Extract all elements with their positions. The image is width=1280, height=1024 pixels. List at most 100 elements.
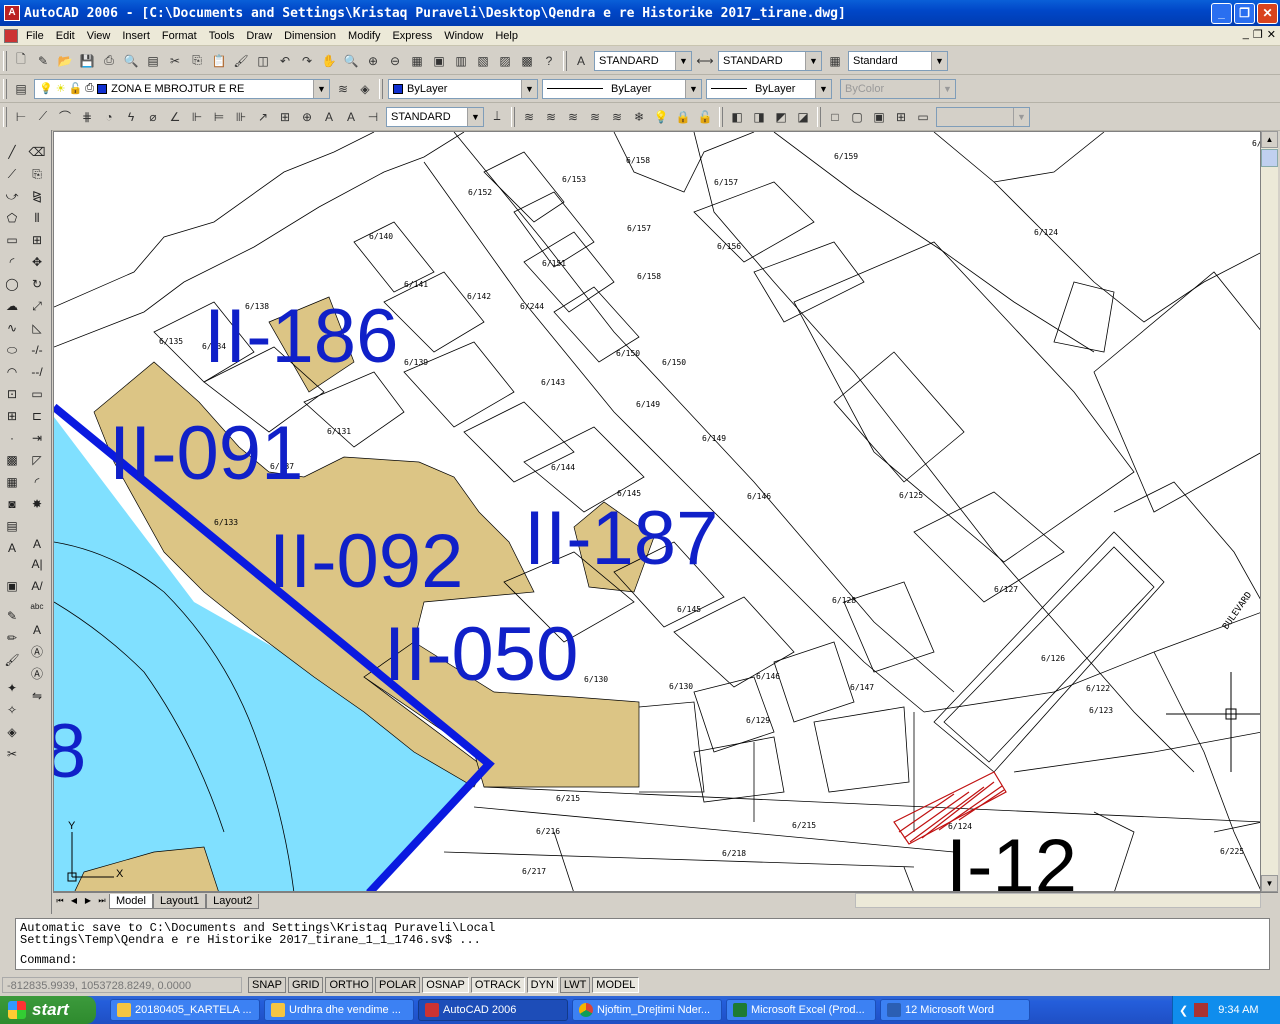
menu-help[interactable]: Help	[489, 27, 524, 45]
sheet-set-icon[interactable]: ▧	[474, 52, 492, 70]
taskbar-item[interactable]: Urdhra dhe vendime ...	[264, 999, 414, 1021]
menu-window[interactable]: Window	[438, 27, 489, 45]
prev-tab-icon[interactable]: ◀	[67, 894, 81, 908]
cut-icon[interactable]: ✂	[166, 52, 184, 70]
zoom-previous-icon[interactable]: ⊖	[386, 52, 404, 70]
ordinate-icon[interactable]: ⋕	[78, 108, 96, 126]
text-style-tool-icon[interactable]: A	[27, 620, 47, 640]
clock[interactable]: 9:34 AM	[1218, 1004, 1258, 1016]
save-icon[interactable]: 💾	[78, 52, 96, 70]
rotate-icon[interactable]: ↻	[27, 274, 47, 294]
minimize-button[interactable]: _	[1211, 3, 1232, 24]
toolbar-grip[interactable]	[817, 106, 821, 127]
erase-icon[interactable]: ⌫	[27, 142, 47, 162]
viewport-1-icon[interactable]: □	[826, 108, 844, 126]
ellipse-arc-icon[interactable]: ◠	[2, 362, 22, 382]
restore-button[interactable]: ❐	[1234, 3, 1255, 24]
scale-icon[interactable]: ⤢	[27, 296, 47, 316]
grid-toggle[interactable]: GRID	[287, 977, 324, 993]
plot-icon[interactable]: ⎙	[100, 52, 118, 70]
dim-text-edit-icon[interactable]: A	[342, 108, 360, 126]
markup-icon[interactable]: ▨	[496, 52, 514, 70]
layer-change-icon[interactable]: ≋	[542, 108, 560, 126]
break-at-point-icon[interactable]: ▭	[27, 384, 47, 404]
tool-b-icon[interactable]: ✧	[2, 700, 22, 720]
coordinate-display[interactable]: -812835.9939, 1053728.8249, 0.0000	[2, 977, 242, 993]
start-button[interactable]: start	[0, 996, 96, 1024]
scroll-down-icon[interactable]: ▼	[1261, 875, 1278, 892]
taskbar-item[interactable]: AutoCAD 2006	[418, 999, 568, 1021]
autocad-app-icon[interactable]: A	[4, 5, 20, 21]
tab-layout2[interactable]: Layout2	[206, 893, 260, 909]
toolbar-grip[interactable]	[379, 78, 383, 99]
lwt-toggle[interactable]: LWT	[559, 977, 591, 993]
arc-length-icon[interactable]: ⌒	[56, 108, 74, 126]
calculator-icon[interactable]: ▩	[518, 52, 536, 70]
menu-tools[interactable]: Tools	[203, 27, 241, 45]
layer-freeze-icon[interactable]: ≋	[586, 108, 604, 126]
text-icon[interactable]: A	[27, 534, 47, 554]
polyline-icon[interactable]: ⤻	[2, 186, 22, 206]
tab-model[interactable]: Model	[109, 893, 153, 909]
copy-object-icon[interactable]: ⎘	[27, 164, 47, 184]
hatch-icon[interactable]: ▩	[2, 450, 22, 470]
line-icon[interactable]: ╱	[2, 142, 22, 162]
layer-match-icon[interactable]: ≋	[520, 108, 538, 126]
undo-icon[interactable]: ↶	[276, 52, 294, 70]
draworder-front-icon[interactable]: ◧	[728, 108, 746, 126]
layer-previous-icon[interactable]: ◈	[356, 80, 374, 98]
menu-insert[interactable]: Insert	[116, 27, 156, 45]
jogged-icon[interactable]: ϟ	[122, 108, 140, 126]
otrack-toggle[interactable]: OTRACK	[470, 977, 525, 993]
linear-dim-icon[interactable]: ⊢	[12, 108, 30, 126]
continue-icon[interactable]: ⊪	[232, 108, 250, 126]
viewport-5-icon[interactable]: ▭	[914, 108, 932, 126]
dim-edit-icon[interactable]: A	[320, 108, 338, 126]
scroll-up-icon[interactable]: ▲	[1261, 131, 1278, 148]
toolbar-grip[interactable]	[719, 106, 723, 127]
open-icon[interactable]: 📂	[56, 52, 74, 70]
first-tab-icon[interactable]: ⏮	[53, 894, 67, 908]
layer-select[interactable]: 💡 ☀ 🔓 ⎙ ZONA E MBROJTUR E RE ▼	[34, 78, 330, 99]
quick-dim-icon[interactable]: ⊩	[188, 108, 206, 126]
join-icon[interactable]: ⇥	[27, 428, 47, 448]
insert-block-icon[interactable]: ⊡	[2, 384, 22, 404]
toolbar-grip[interactable]	[511, 106, 515, 127]
model-toggle[interactable]: MODEL	[592, 977, 640, 993]
publish-icon[interactable]: ▤	[144, 52, 162, 70]
array-icon[interactable]: ⊞	[27, 230, 47, 250]
text-find-icon[interactable]: A/	[27, 576, 47, 596]
explode-icon[interactable]: ✸	[27, 494, 47, 514]
menu-draw[interactable]: Draw	[240, 27, 278, 45]
radius-icon[interactable]: ◔	[100, 108, 118, 126]
draworder-under-icon[interactable]: ◪	[794, 108, 812, 126]
menu-file[interactable]: File	[20, 27, 50, 45]
angular-icon[interactable]: ∠	[166, 108, 184, 126]
designcenter-icon[interactable]: ▣	[430, 52, 448, 70]
snap-toggle[interactable]: SNAP	[248, 977, 286, 993]
dim-style-icon[interactable]: ⟷	[696, 52, 714, 70]
command-prompt[interactable]: Command:	[20, 954, 1265, 966]
rectangle-icon[interactable]: ▭	[2, 230, 22, 250]
table-style-icon[interactable]: ▦	[826, 52, 844, 70]
convert-space-icon[interactable]: ⇋	[27, 686, 47, 706]
circle-icon[interactable]: ◯	[2, 274, 22, 294]
paste-icon[interactable]: 📋	[210, 52, 228, 70]
edit-icon[interactable]: ✎	[2, 606, 22, 626]
chamfer-icon[interactable]: ◸	[27, 450, 47, 470]
pencil-icon[interactable]: ✏	[2, 628, 22, 648]
menu-edit[interactable]: Edit	[50, 27, 81, 45]
taskbar-item[interactable]: Microsoft Excel (Prod...	[726, 999, 876, 1021]
properties-icon[interactable]: ▦	[408, 52, 426, 70]
horizontal-scrollbar[interactable]	[855, 893, 1261, 908]
ortho-toggle[interactable]: ORTHO	[325, 977, 373, 993]
menu-express[interactable]: Express	[386, 27, 438, 45]
block-editor-icon[interactable]: ◫	[254, 52, 272, 70]
tray-arrow-icon[interactable]: ❮	[1179, 1004, 1188, 1017]
vertical-scrollbar[interactable]: ▲ ▼	[1261, 131, 1278, 892]
tab-layout1[interactable]: Layout1	[152, 893, 207, 909]
toolbar-grip[interactable]	[3, 78, 7, 99]
layer-bulb-icon[interactable]: 💡	[652, 108, 670, 126]
layer-unlock-icon[interactable]: 🔓	[696, 108, 714, 126]
toolbar-grip[interactable]	[3, 50, 7, 71]
